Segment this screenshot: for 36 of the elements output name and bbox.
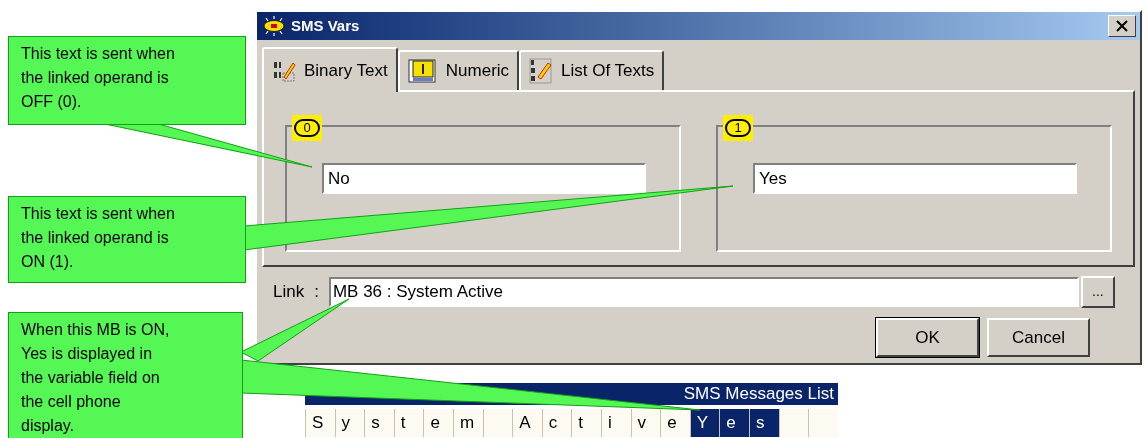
character-cell: S [305,409,335,437]
character-cell: e [719,409,749,437]
callout-note: When this MB is ON, Yes is displayed in the variable field on the cell phone display. [8,312,243,438]
character-cell: i [600,409,631,437]
dialog-button[interactable]: OK [876,318,979,357]
close-button[interactable] [1108,15,1136,37]
text-field[interactable]: Yes [753,163,1077,194]
link-label: Link [273,281,305,304]
character-cell: c [541,409,572,437]
character-cell: s [748,409,779,437]
tab[interactable]: Binary Text [262,47,398,92]
character-cell: e [423,409,453,437]
character-cell: t [571,409,601,437]
dialog-button[interactable]: Cancel [987,318,1090,357]
character-cell: y [334,409,365,437]
link-field[interactable]: MB 36 : System Active [328,277,1079,307]
tab[interactable]: List Of Texts [519,50,665,90]
callout-note: This text is sent when the linked operand is ON (1). [8,196,246,283]
list-pencil-icon [529,58,554,84]
link-separator: : [314,281,319,304]
eye-icon [261,15,287,37]
character-cell: m [452,409,483,437]
state-badge: 0 [292,115,322,141]
character-cell: A [512,409,542,437]
state-badge: 1 [723,115,753,141]
character-cell: Y [689,409,720,437]
character-cell: t [393,409,424,437]
close-icon [1116,20,1128,32]
numeric-field-icon [407,58,438,84]
character-cell: v [630,409,661,437]
browse-button[interactable]: ... [1080,276,1115,308]
character-cell: e [660,409,690,437]
tab[interactable]: Numeric [397,50,520,90]
window-title: SMS Vars [291,15,360,36]
character-cell: s [364,409,394,437]
text-field[interactable]: No [322,163,646,194]
